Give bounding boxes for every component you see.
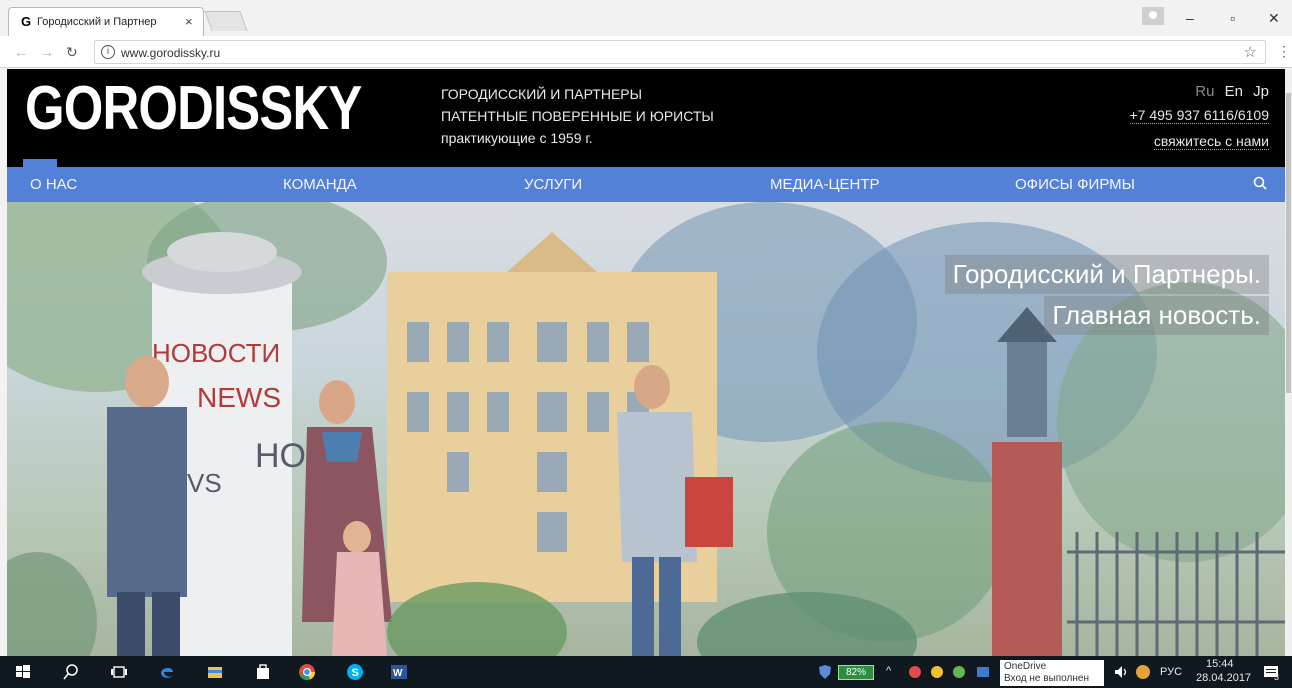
windows-start-icon[interactable] (14, 663, 32, 681)
nav-item-services[interactable]: УСЛУГИ (524, 176, 582, 193)
task-view-icon[interactable] (110, 663, 128, 681)
site-logo[interactable]: GORODISSKY (25, 73, 362, 144)
onedrive-status: Вход не выполнен (1004, 673, 1089, 684)
site-favicon-icon: G (21, 14, 32, 29)
nav-item-offices[interactable]: ОФИСЫ ФИРМЫ (1015, 176, 1135, 193)
tray-weather-icon[interactable] (1134, 663, 1152, 681)
lang-ru[interactable]: Ru (1195, 83, 1214, 100)
close-window-button[interactable]: ✕ (1268, 10, 1280, 27)
tray-app-red-icon[interactable] (906, 663, 924, 681)
hero-caption-title[interactable]: Городисский и Партнеры. (944, 255, 1269, 294)
new-tab-button[interactable] (204, 11, 248, 31)
browser-titlebar: G Городисский и Партнер × – ▫ ✕ (0, 0, 1292, 36)
restore-button[interactable]: ▫ (1230, 10, 1235, 26)
minimize-button[interactable]: – (1186, 10, 1194, 26)
phone-link[interactable]: +7 495 937 6116/6109 (1129, 107, 1269, 124)
nav-item-media[interactable]: МЕДИА-ЦЕНТР (770, 176, 880, 193)
battery-indicator[interactable]: 82% (838, 665, 874, 680)
nav-item-team[interactable]: КОМАНДА (283, 176, 357, 193)
site-header: GORODISSKY ГОРОДИССКИЙ И ПАРТНЕРЫ ПАТЕНТ… (7, 69, 1285, 167)
nav-item-about[interactable]: О НАС (30, 176, 77, 193)
site-info-icon[interactable]: i (101, 45, 115, 59)
painting-text-news: NEWS (197, 382, 281, 413)
input-language[interactable]: РУС (1160, 666, 1182, 678)
tagline-line-3: практикующие с 1959 г. (441, 130, 593, 146)
shield-security-icon[interactable] (816, 663, 834, 681)
painting-text-no: НО (255, 437, 306, 475)
browser-tab[interactable]: G Городисский и Партнер × (8, 7, 204, 36)
language-switcher: Ru En Jp (1189, 83, 1269, 100)
lang-jp[interactable]: Jp (1253, 83, 1269, 100)
reload-icon[interactable]: ↻ (66, 44, 78, 61)
clock-time[interactable]: 15:44 (1206, 658, 1234, 670)
back-arrow-icon[interactable]: ← (14, 44, 28, 60)
chrome-icon[interactable] (298, 663, 316, 681)
tagline-line-1: ГОРОДИССКИЙ И ПАРТНЕРЫ (441, 86, 643, 102)
address-url[interactable]: www.gorodissky.ru (121, 46, 220, 60)
page-scrollbar[interactable] (1285, 69, 1292, 656)
scroll-thumb[interactable] (1286, 93, 1291, 393)
search-icon[interactable] (62, 663, 80, 681)
tray-app-green-icon[interactable] (950, 663, 968, 681)
address-bar[interactable]: i www.gorodissky.ru ☆ (94, 40, 1266, 64)
tab-close-icon[interactable]: × (185, 14, 193, 29)
tab-title: Городисский и Партнер (37, 16, 157, 28)
site-tagline: ГОРОДИССКИЙ И ПАРТНЕРЫ ПАТЕНТНЫЕ ПОВЕРЕН… (441, 83, 714, 149)
onedrive-title: OneDrive (1004, 661, 1047, 672)
tagline-line-2: ПАТЕНТНЫЕ ПОВЕРЕННЫЕ И ЮРИСТЫ (441, 108, 714, 124)
notification-count-badge: 3 (1274, 672, 1280, 682)
painting-text-novosti: НОВОСТИ (152, 338, 280, 368)
tray-app-yellow-icon[interactable] (928, 663, 946, 681)
forward-arrow-icon[interactable]: → (40, 44, 54, 60)
svg-text:W: W (393, 668, 403, 679)
store-icon[interactable] (254, 663, 272, 681)
edge-browser-icon[interactable] (158, 663, 176, 681)
hero-banner[interactable]: НОВОСТИ NEWS НО VS Городисский и Партнер… (7, 202, 1285, 656)
bookmark-star-icon[interactable]: ☆ (1244, 43, 1257, 61)
onedrive-tray-popup[interactable]: OneDrive Вход не выполнен (1000, 660, 1104, 686)
contact-link[interactable]: свяжитесь с нами (1153, 133, 1269, 150)
show-hidden-icons-chevron-icon[interactable]: ^ (886, 665, 891, 677)
hero-caption-subtitle[interactable]: Главная новость. (1044, 296, 1269, 335)
word-icon[interactable]: W (390, 663, 408, 681)
browser-toolbar: ← → ↻ i www.gorodissky.ru ☆ ⋮ (0, 36, 1292, 68)
logo-underline-tab (23, 159, 57, 167)
skype-icon[interactable]: S (346, 663, 364, 681)
lang-en[interactable]: En (1225, 83, 1243, 100)
browser-menu-icon[interactable]: ⋮ (1277, 43, 1291, 60)
file-explorer-icon[interactable] (206, 663, 224, 681)
search-icon[interactable] (1253, 176, 1267, 190)
clock-date[interactable]: 28.04.2017 (1196, 672, 1251, 684)
volume-icon[interactable] (1112, 663, 1130, 681)
user-profile-icon[interactable] (1142, 7, 1164, 25)
tray-network-icon[interactable] (974, 663, 992, 681)
main-nav: О НАС КОМАНДА УСЛУГИ МЕДИА-ЦЕНТР ОФИСЫ Ф… (7, 167, 1285, 202)
svg-text:S: S (352, 667, 359, 679)
painting-text-vs: VS (187, 468, 222, 498)
